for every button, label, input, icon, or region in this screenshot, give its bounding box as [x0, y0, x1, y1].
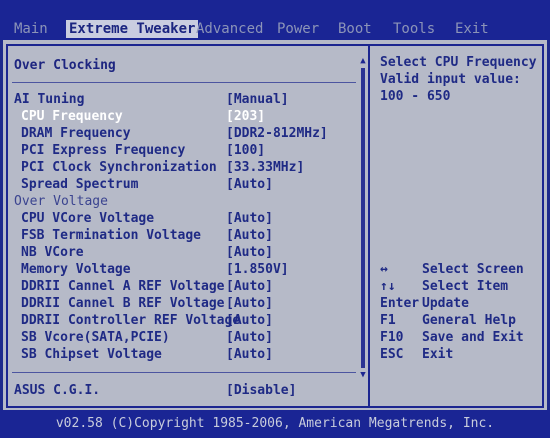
key-save-exit: F10 Save and Exit [380, 329, 540, 346]
setting-cpu-vcore-voltage[interactable]: CPU VCore Voltage [Auto] [0, 210, 360, 227]
setting-label: DDRII Controller REF Voltage [21, 313, 241, 328]
setting-ddrii-controller-ref[interactable]: DDRII Controller REF Voltage [Auto] [0, 312, 360, 329]
help-valid-label: Valid input value: [380, 72, 521, 87]
help-range: 100 - 650 [380, 89, 451, 104]
setting-value: [Auto] [226, 313, 273, 328]
key-desc: Update [422, 296, 469, 311]
key-desc: Select Screen [422, 262, 524, 277]
setting-value: [Auto] [226, 228, 273, 243]
key-name: Enter [380, 296, 420, 311]
setting-cpu-frequency[interactable]: CPU Frequency [203] [0, 108, 360, 125]
setting-label: Spread Spectrum [21, 177, 139, 192]
setting-value: [33.33MHz] [226, 160, 305, 175]
setting-label: SB Vcore(SATA,PCIE) [21, 330, 170, 345]
setting-value: [Disable] [226, 383, 297, 398]
setting-spread-spectrum[interactable]: Spread Spectrum [Auto] [0, 176, 360, 193]
tab-tools[interactable]: Tools [393, 20, 435, 38]
setting-label: AI Tuning [14, 92, 85, 107]
setting-label: PCI Express Frequency [21, 143, 186, 158]
setting-label: DDRII Cannel B REF Voltage [21, 296, 225, 311]
setting-label: CPU Frequency [21, 109, 123, 124]
key-select-item: ↑↓ Select Item [380, 278, 540, 295]
setting-label: FSB Termination Voltage [21, 228, 202, 243]
arrow-left-right-icon: ↔ [380, 262, 388, 277]
setting-value: [203] [226, 109, 266, 124]
group-label: Over Voltage [14, 194, 108, 209]
setting-label: SB Chipset Voltage [21, 347, 162, 362]
key-desc: Select Item [422, 279, 509, 294]
setting-label: Memory Voltage [21, 262, 131, 277]
key-general-help: F1 General Help [380, 312, 540, 329]
setting-value: [Auto] [226, 279, 273, 294]
scrollbar[interactable]: ▲ ▼ [358, 56, 368, 382]
setting-fsb-termination-voltage[interactable]: FSB Termination Voltage [Auto] [0, 227, 360, 244]
setting-value: [Manual] [226, 92, 289, 107]
setting-asus-cgi[interactable]: ASUS C.G.I. [Disable] [0, 382, 360, 399]
scroll-track[interactable] [361, 68, 365, 368]
key-desc: General Help [422, 313, 516, 328]
setting-ddrii-channel-a-ref[interactable]: DDRII Cannel A REF Voltage [Auto] [0, 278, 360, 295]
setting-label: DRAM Frequency [21, 126, 131, 141]
setting-pci-express-frequency[interactable]: PCI Express Frequency [100] [0, 142, 360, 159]
setting-value: [DDR2-812MHz] [226, 126, 328, 141]
setting-pci-clock-sync[interactable]: PCI Clock Synchronization [33.33MHz] [0, 159, 360, 176]
setting-value: [Auto] [226, 211, 273, 226]
section-title: Over Clocking [14, 58, 116, 73]
section-divider [12, 82, 356, 83]
tab-power[interactable]: Power [277, 20, 319, 38]
key-select-screen: ↔ Select Screen [380, 261, 540, 278]
setting-nb-vcore[interactable]: NB VCore [Auto] [0, 244, 360, 261]
setting-label: NB VCore [21, 245, 84, 260]
help-title: Select CPU Frequency [380, 55, 537, 70]
scroll-up-icon[interactable]: ▲ [358, 56, 368, 66]
tab-main[interactable]: Main [14, 20, 48, 38]
setting-dram-frequency[interactable]: DRAM Frequency [DDR2-812MHz] [0, 125, 360, 142]
key-name: F1 [380, 313, 396, 328]
copyright-footer: v02.58 (C)Copyright 1985-2006, American … [0, 410, 550, 438]
setting-value: [Auto] [226, 296, 273, 311]
key-exit: ESC Exit [380, 346, 540, 363]
setting-value: [Auto] [226, 347, 273, 362]
setting-sb-vcore[interactable]: SB Vcore(SATA,PCIE) [Auto] [0, 329, 360, 346]
scroll-down-icon[interactable]: ▼ [358, 370, 368, 380]
setting-label: CPU VCore Voltage [21, 211, 155, 226]
setting-value: [Auto] [226, 330, 273, 345]
setting-label: PCI Clock Synchronization [21, 160, 217, 175]
tab-exit[interactable]: Exit [455, 20, 489, 38]
key-name: ESC [380, 347, 404, 362]
key-name: F10 [380, 330, 404, 345]
setting-ai-tuning[interactable]: AI Tuning [Manual] [0, 91, 360, 108]
setting-value: [Auto] [226, 245, 273, 260]
tab-extreme-tweaker[interactable]: Extreme Tweaker [66, 20, 199, 38]
setting-value: [100] [226, 143, 266, 158]
key-update: Enter Update [380, 295, 540, 312]
setting-sb-chipset-voltage[interactable]: SB Chipset Voltage [Auto] [0, 346, 360, 363]
tab-boot[interactable]: Boot [338, 20, 372, 38]
setting-label: ASUS C.G.I. [14, 383, 101, 398]
group-over-voltage: Over Voltage [0, 193, 360, 210]
setting-ddrii-channel-b-ref[interactable]: DDRII Cannel B REF Voltage [Auto] [0, 295, 360, 312]
setting-label: DDRII Cannel A REF Voltage [21, 279, 225, 294]
key-desc: Save and Exit [422, 330, 524, 345]
key-desc: Exit [422, 347, 454, 362]
tab-advanced[interactable]: Advanced [196, 20, 263, 38]
setting-memory-voltage[interactable]: Memory Voltage [1.850V] [0, 261, 360, 278]
cgi-divider [12, 372, 356, 373]
arrow-up-down-icon: ↑↓ [380, 279, 396, 294]
setting-value: [1.850V] [226, 262, 289, 277]
menu-bar: Main Extreme Tweaker Advanced Power Boot… [0, 0, 550, 40]
setting-value: [Auto] [226, 177, 273, 192]
